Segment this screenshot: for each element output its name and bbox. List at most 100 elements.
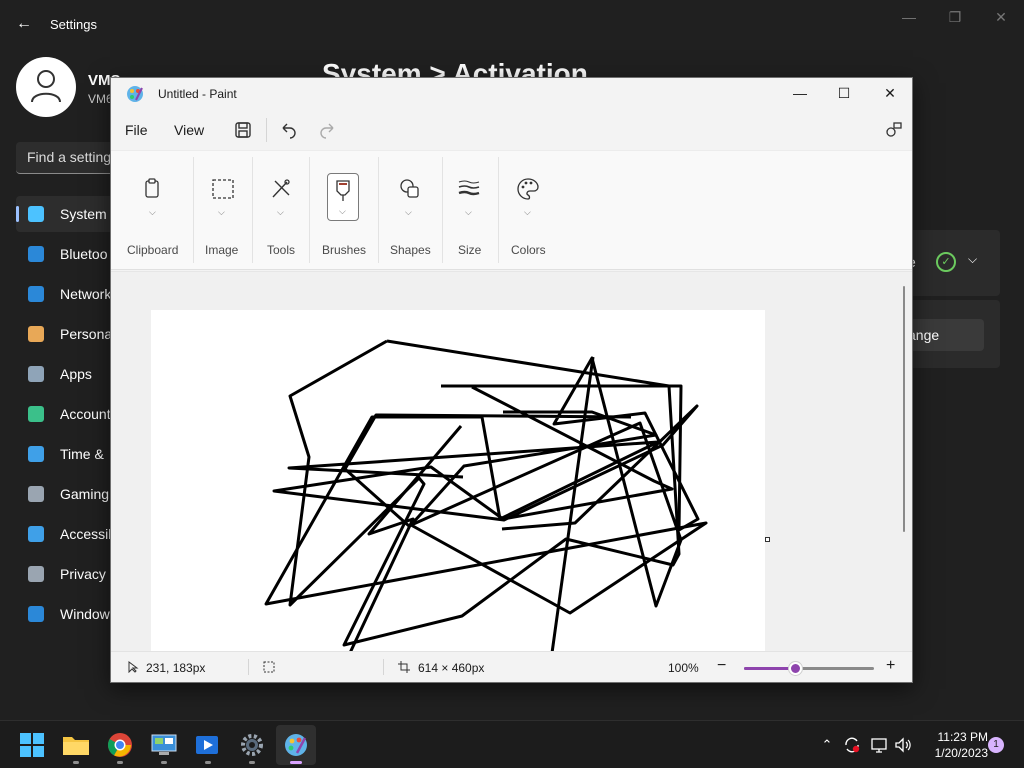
vertical-scrollbar[interactable] xyxy=(903,286,905,532)
chevron-down-icon: ⌵ xyxy=(149,207,156,217)
close-icon[interactable]: ✕ xyxy=(978,6,1024,28)
file-explorer-icon xyxy=(63,737,89,755)
paint-titlebar[interactable]: Untitled - Paint — ☐ ✕ xyxy=(111,78,912,110)
tools-icon xyxy=(272,179,290,198)
brush-icon xyxy=(28,326,44,342)
save-icon[interactable] xyxy=(233,120,253,140)
taskbar-paint[interactable] xyxy=(276,725,316,765)
accessibility-icon xyxy=(28,526,44,542)
zoom-slider-fill xyxy=(744,667,795,670)
zoom-in-icon[interactable]: + xyxy=(886,657,895,675)
taskbar: ⌃ 11:23 PM 1/20/2023 1 xyxy=(0,720,1024,768)
taskbar-chrome[interactable] xyxy=(100,725,140,765)
paint-app-icon xyxy=(127,86,143,102)
zoom-slider[interactable] xyxy=(744,662,874,675)
sync-icon[interactable] xyxy=(843,736,861,754)
palette-icon xyxy=(517,178,539,200)
avatar[interactable] xyxy=(16,57,76,117)
ribbon-group-image[interactable]: ⌵ Image xyxy=(194,151,252,269)
menu-view[interactable]: View xyxy=(174,122,204,138)
running-indicator xyxy=(205,761,211,764)
chevron-down-icon: ⌵ xyxy=(524,207,531,217)
ribbon-label: Image xyxy=(205,243,239,257)
network-icon[interactable] xyxy=(870,736,888,754)
maximize-icon[interactable]: ☐ xyxy=(821,78,867,108)
ribbon-group-clipboard[interactable]: ⌵ Clipboard xyxy=(111,151,193,269)
cursor-pointer-icon xyxy=(128,661,139,673)
ribbon-label: Shapes xyxy=(390,243,431,257)
activation-state-card[interactable]: e ✓ ⌵ xyxy=(900,230,1000,296)
wifi-icon xyxy=(28,286,44,302)
ribbon: ⌵ Clipboard ⌵ Image ⌵ Tools ⌵ Brushes ⌵ … xyxy=(111,150,912,270)
user-account: VM6 xyxy=(88,92,113,106)
canvas-area[interactable] xyxy=(111,271,912,656)
zoom-slider-thumb[interactable] xyxy=(788,662,802,675)
sidebar-item-label: Window xyxy=(60,606,110,622)
drawing-canvas[interactable] xyxy=(151,310,765,656)
chevron-down-icon: ⌵ xyxy=(218,207,225,217)
windows-update-icon xyxy=(28,606,44,622)
chevron-up-icon[interactable]: ⌃ xyxy=(818,736,836,754)
paint-title: Untitled - Paint xyxy=(158,87,237,101)
running-indicator xyxy=(290,761,302,764)
selection-indicator xyxy=(16,206,19,222)
gamepad-icon xyxy=(28,486,44,502)
restore-icon[interactable]: ❐ xyxy=(932,6,978,28)
menu-bar: File View xyxy=(111,112,912,148)
close-icon[interactable]: ✕ xyxy=(867,78,912,108)
taskbar-media-player[interactable] xyxy=(188,725,228,765)
clock-icon xyxy=(28,446,44,462)
ribbon-label: Colors xyxy=(511,243,546,257)
canvas-size-icon xyxy=(398,661,410,673)
shapes-icon xyxy=(400,179,419,198)
selection-icon xyxy=(212,179,234,199)
shield-icon xyxy=(28,566,44,582)
chevron-down-icon: ⌵ xyxy=(277,207,284,217)
sidebar-item-label: Account xyxy=(60,406,111,422)
taskbar-file-explorer[interactable] xyxy=(56,725,96,765)
zoom-out-icon[interactable]: − xyxy=(717,657,726,675)
ribbon-group-colors[interactable]: ⌵ Colors xyxy=(499,151,559,269)
ribbon-label: Clipboard xyxy=(127,243,179,257)
taskbar-settings[interactable] xyxy=(232,725,272,765)
chevron-down-icon: ⌵ xyxy=(405,207,412,217)
drawing-strokes xyxy=(264,339,708,656)
minimize-icon[interactable]: — xyxy=(777,78,823,108)
start-button[interactable] xyxy=(12,725,52,765)
volume-icon[interactable] xyxy=(894,736,912,754)
minimize-icon[interactable]: — xyxy=(886,6,932,28)
notification-badge[interactable]: 1 xyxy=(988,737,1004,753)
chevron-down-icon[interactable]: ⌵ xyxy=(968,252,977,267)
user-icon xyxy=(31,70,61,103)
check-icon: ✓ xyxy=(936,252,956,272)
sidebar-item-label: Time & xyxy=(60,446,104,462)
running-indicator xyxy=(117,761,123,764)
sidebar-item-label: Bluetoo xyxy=(60,246,108,262)
ribbon-group-tools[interactable]: ⌵ Tools xyxy=(253,151,309,269)
settings-title: Settings xyxy=(50,17,97,32)
back-arrow-icon[interactable]: ← xyxy=(14,14,34,34)
settings-gear-icon xyxy=(241,734,263,756)
status-bar: 231, 183px 614 × 460px 100% − + xyxy=(111,651,912,682)
taskbar-control-panel[interactable] xyxy=(144,725,184,765)
clock-date[interactable]: 1/20/2023 xyxy=(924,746,988,760)
ribbon-group-size[interactable]: ⌵ Size xyxy=(443,151,498,269)
undo-icon[interactable] xyxy=(278,120,298,140)
sidebar-item-label: Gaming xyxy=(60,486,110,502)
chrome-icon xyxy=(107,733,132,757)
clock-time[interactable]: 11:23 PM xyxy=(924,730,988,744)
bluetooth-icon xyxy=(28,246,44,262)
menu-file[interactable]: File xyxy=(125,122,148,138)
ribbon-group-shapes[interactable]: ⌵ Shapes xyxy=(379,151,442,269)
paint-icon xyxy=(285,734,307,756)
status-separator xyxy=(248,659,249,675)
settings-titlebar: ← Settings — ❐ ✕ xyxy=(0,0,1024,48)
canvas-resize-handle[interactable] xyxy=(765,537,770,542)
ribbon-group-brushes: Brushes xyxy=(310,151,378,269)
account-settings-icon[interactable] xyxy=(883,120,903,140)
redo-icon[interactable] xyxy=(318,120,338,140)
running-indicator xyxy=(73,761,79,764)
sidebar-item-label: Persona xyxy=(60,326,113,342)
menu-separator xyxy=(266,118,267,142)
zoom-level: 100% xyxy=(668,661,699,675)
